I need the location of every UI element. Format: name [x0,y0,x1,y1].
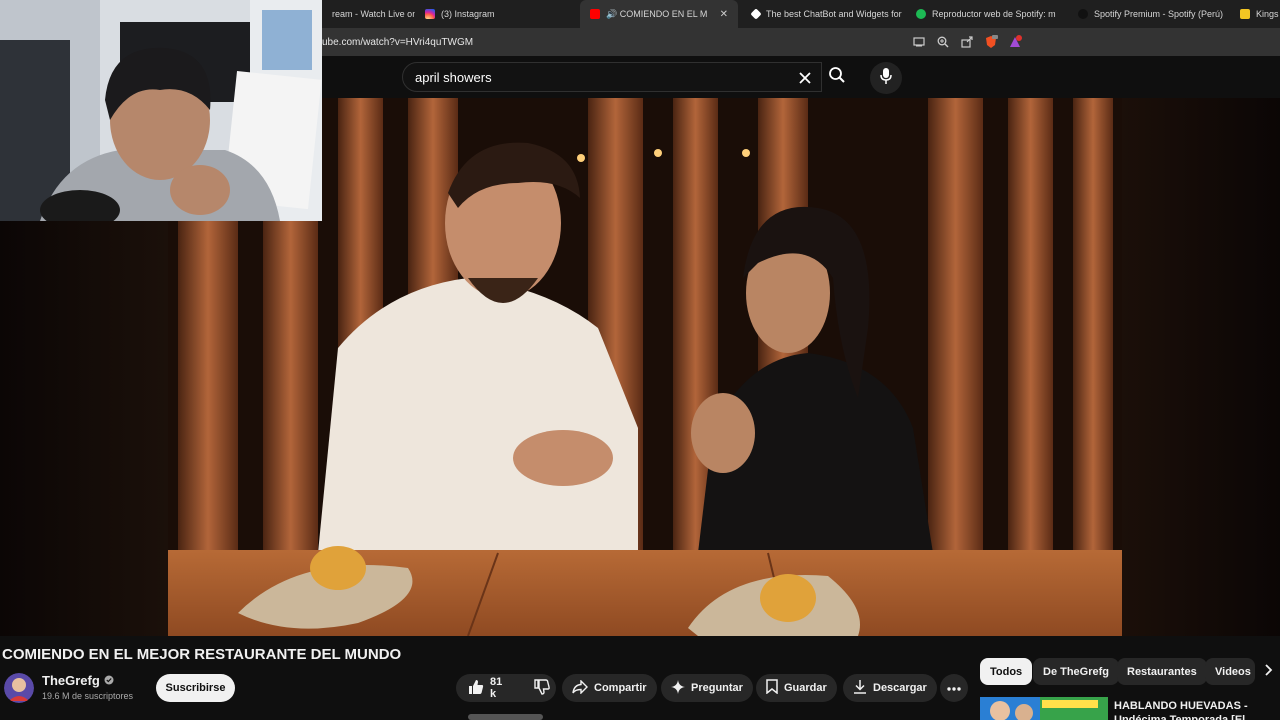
cast-icon[interactable] [912,35,926,49]
horizontal-scrollbar-thumb[interactable] [468,714,543,720]
save-label: Guardar [784,682,827,694]
video-title: COMIENDO EN EL MEJOR RESTAURANTE DEL MUN… [2,646,402,663]
chevron-right-icon [1265,663,1273,681]
tab-spotify-web[interactable]: Reproductor web de Spotify: músic [906,0,1066,28]
clear-search-icon[interactable] [795,68,815,88]
address-bar[interactable]: ube.com/watch?v=HVri4quTWGM [322,28,1280,56]
verified-icon [104,673,114,688]
save-button[interactable]: Guardar [756,674,837,702]
webcam-overlay [0,0,322,221]
tab-label: Kings V [1256,9,1280,19]
tab-label: The best ChatBot and Widgets for [766,9,902,19]
browser-tab-strip: ream - Watch Live on (3) Instagram 🔊 COM… [322,0,1280,28]
search-icon [828,66,846,89]
channel-avatar[interactable] [4,673,34,703]
bookmark-icon [766,679,778,697]
tab-label: 🔊 COMIENDO EN EL MEJOR R [606,8,708,19]
download-label: Descargar [873,682,927,694]
spotify-icon [916,9,926,19]
tab-twitch[interactable]: ream - Watch Live on [322,0,415,28]
crown-icon [1240,9,1250,19]
url-text[interactable]: ube.com/watch?v=HVri4quTWGM [322,37,912,48]
tab-label: Spotify Premium - Spotify (Perú) [1094,9,1224,19]
search-input[interactable] [403,69,821,85]
share-arrow-icon [572,678,588,697]
search-box[interactable] [402,62,822,92]
download-button[interactable]: Descargar [843,674,937,702]
subscriber-count: 19.6 M de suscriptores [42,691,134,701]
youtube-icon [590,9,600,19]
thumbs-up-icon [468,679,484,698]
tab-kings[interactable]: Kings V [1230,0,1280,28]
tab-chatbot[interactable]: The best ChatBot and Widgets for [742,0,902,28]
youtube-header [322,56,1280,98]
chip-all[interactable]: Todos [980,658,1033,685]
ask-label: Preguntar [691,682,743,694]
share-label: Compartir [594,682,647,694]
chatbot-icon [750,8,762,20]
brave-shield-icon[interactable] [984,35,998,49]
like-count: 81 k [490,676,503,700]
webcam-image [0,0,322,221]
tab-label: (3) Instagram [441,9,495,19]
chips-next-arrow[interactable] [1260,660,1278,684]
channel-name-text[interactable]: TheGrefg [42,673,100,688]
more-horizontal-icon [947,682,961,694]
share-button[interactable]: Compartir [562,674,657,702]
like-button[interactable]: 81 k [456,674,512,702]
voice-search-button[interactable] [870,62,902,94]
tab-label: Reproductor web de Spotify: músic [932,9,1056,19]
ask-button[interactable]: Preguntar [661,674,753,702]
tab-spotify-premium[interactable]: Spotify Premium - Spotify (Perú) [1068,0,1230,28]
microphone-icon [879,67,893,90]
close-tab-icon[interactable]: ✕ [720,9,728,20]
share-page-icon[interactable] [960,35,974,49]
more-actions-button[interactable] [940,674,968,702]
dislike-button[interactable] [524,674,560,702]
spotify-icon [1078,9,1088,19]
chip-restaurants[interactable]: Restaurantes [1117,658,1207,685]
like-dislike-group: 81 k [456,674,556,702]
recommendation-thumbnail[interactable] [980,697,1108,720]
zoom-icon[interactable] [936,35,950,49]
sparkle-icon [671,679,685,697]
chip-videos[interactable]: Videos [1205,658,1255,685]
instagram-icon [425,9,435,19]
search-button[interactable] [822,62,852,92]
download-icon [853,679,867,697]
chip-from-channel[interactable]: De TheGrefg [1033,658,1120,685]
player-right-shade [1122,98,1280,636]
brave-rewards-icon[interactable] [1008,35,1022,49]
channel-name[interactable]: TheGrefg [42,673,114,688]
subscribe-button[interactable]: Suscribirse [156,674,235,702]
recommendation-title[interactable]: HABLANDO HUEVADAS - Undécima Temporada [… [1114,699,1274,720]
thumbs-down-icon [534,678,551,698]
tab-label: ream - Watch Live on [332,9,415,19]
tab-youtube-active[interactable]: 🔊 COMIENDO EN EL MEJOR R ✕ [580,0,738,28]
tab-instagram[interactable]: (3) Instagram [415,0,565,28]
